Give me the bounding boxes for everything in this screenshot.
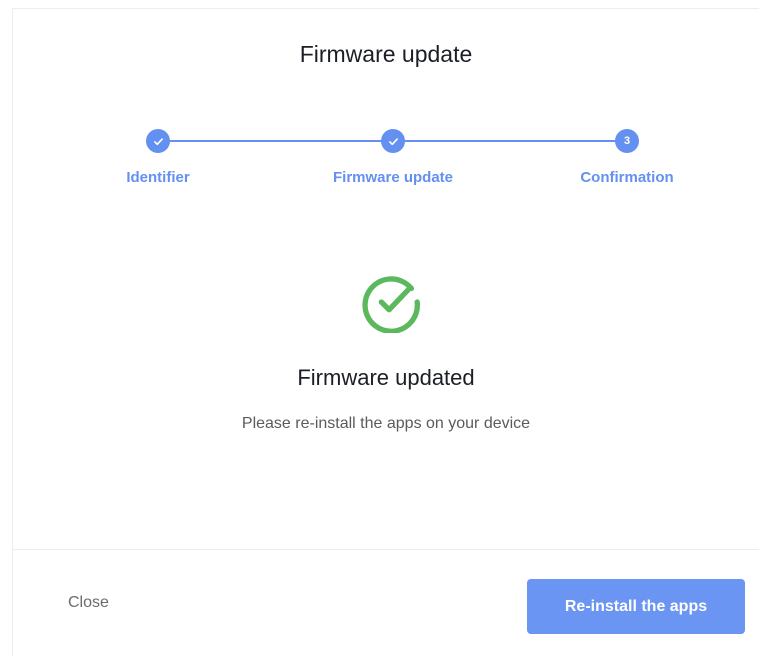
success-check-circle-icon: [362, 276, 421, 333]
stepper: 3 Identifier Firmware update Confirmatio…: [13, 129, 759, 209]
modal-footer: Close Re-install the apps: [13, 549, 759, 657]
step-2-label: Firmware update: [332, 169, 454, 186]
check-icon: [153, 137, 163, 145]
step-1-indicator: [146, 129, 170, 153]
modal-title: Firmware update: [299, 41, 473, 67]
reinstall-apps-button[interactable]: Re-install the apps: [527, 579, 745, 634]
check-icon: [388, 137, 398, 145]
step-3-label: Confirmation: [580, 169, 674, 186]
step-connector-2: [393, 140, 627, 142]
close-button[interactable]: Close: [68, 594, 109, 612]
step-2-indicator: [381, 129, 405, 153]
step-1-label: Identifier: [126, 169, 190, 186]
step-3-number: 3: [623, 135, 631, 147]
step-3-indicator: 3: [615, 129, 639, 153]
step-connector-1: [158, 140, 393, 142]
result-heading: Firmware updated: [297, 365, 475, 390]
firmware-update-modal: Firmware update 3 Identifier Firmware up…: [12, 8, 759, 656]
result-message: Please re-install the apps on your devic…: [241, 415, 531, 432]
